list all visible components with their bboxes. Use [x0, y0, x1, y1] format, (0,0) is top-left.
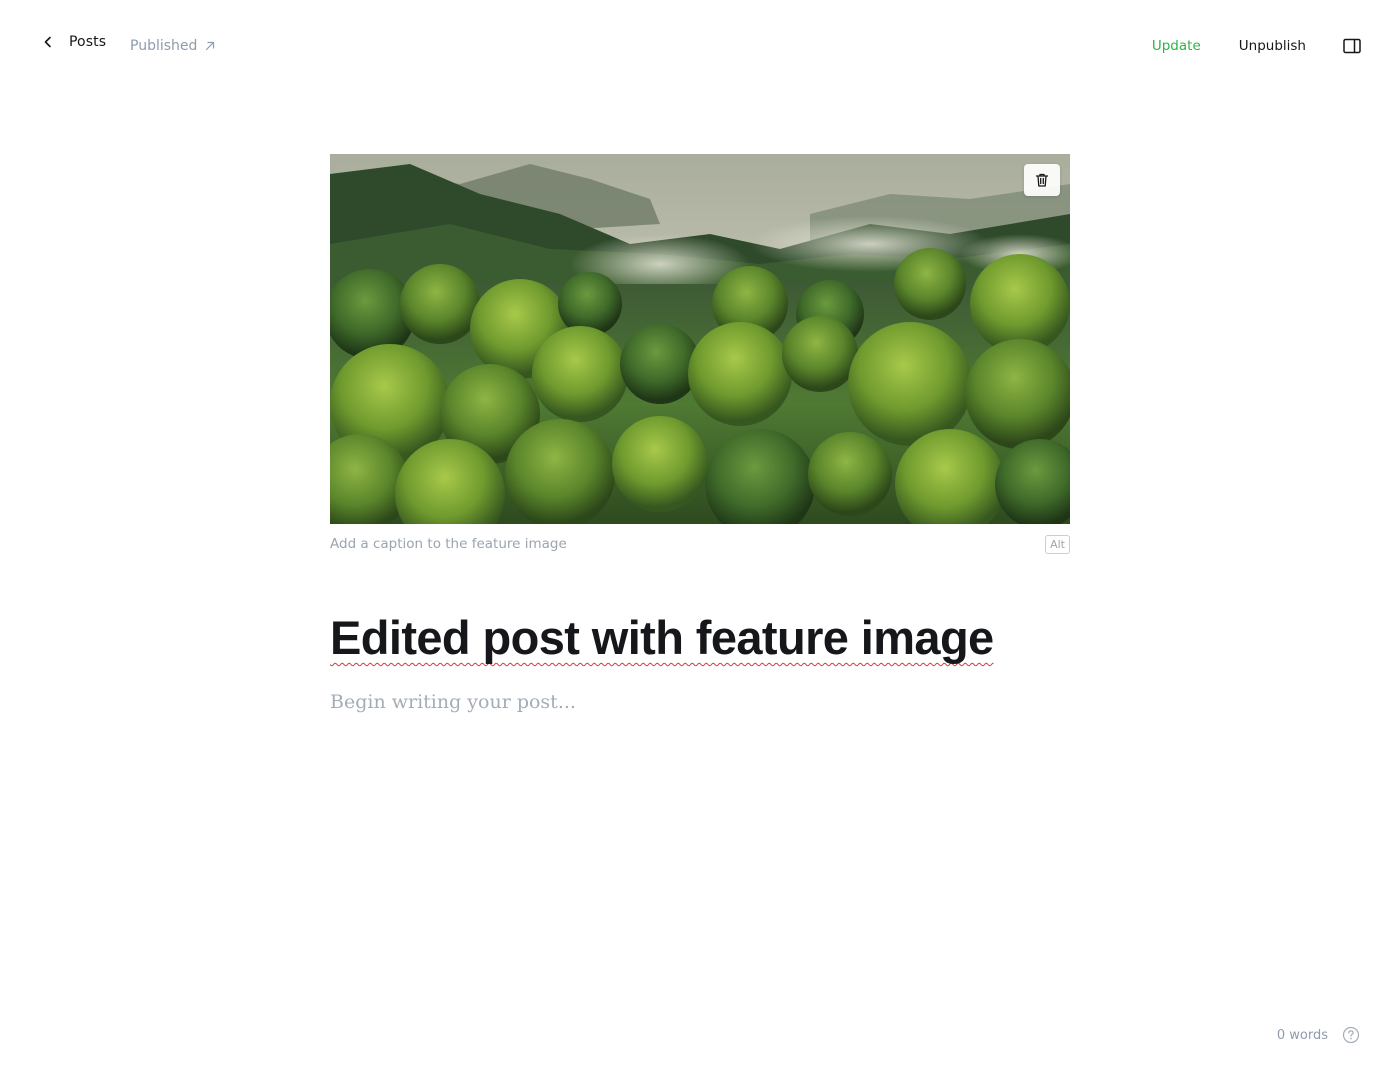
back-label: Posts: [69, 34, 107, 50]
post-body-placeholder[interactable]: Begin writing your post...: [330, 688, 1070, 716]
back-to-posts-link[interactable]: Posts: [40, 34, 106, 50]
feature-image[interactable]: [330, 154, 1070, 524]
update-button[interactable]: Update: [1152, 38, 1201, 54]
unpublish-button[interactable]: Unpublish: [1239, 38, 1306, 54]
editor-footer: 0 words: [1277, 1026, 1360, 1044]
post-editor: Alt Edited post with feature image Begin…: [330, 154, 1070, 716]
sidebar-toggle-icon: [1343, 38, 1361, 54]
post-status-link[interactable]: Published: [130, 38, 216, 54]
word-count: 0 words: [1276, 1027, 1328, 1043]
feature-image-caption-input[interactable]: [330, 536, 930, 552]
trash-icon: [1035, 173, 1049, 187]
question-circle-icon: [1342, 1026, 1360, 1044]
header-actions: Update Unpublish: [1152, 36, 1362, 56]
chevron-left-icon: [44, 36, 51, 48]
sidebar-toggle-button[interactable]: [1342, 36, 1362, 56]
delete-feature-image-button[interactable]: [1024, 164, 1060, 196]
alt-text-button[interactable]: Alt: [1045, 534, 1070, 554]
post-status-label: Published: [130, 38, 198, 54]
feature-image-caption-row: Alt: [330, 524, 1070, 564]
post-title[interactable]: Edited post with feature image: [330, 610, 1070, 666]
feature-image-photo: [330, 154, 1070, 524]
editor-topbar: Posts Published Update Unpublish: [0, 0, 1400, 94]
help-button[interactable]: [1342, 1026, 1360, 1044]
arrow-up-right-icon: [206, 41, 215, 51]
